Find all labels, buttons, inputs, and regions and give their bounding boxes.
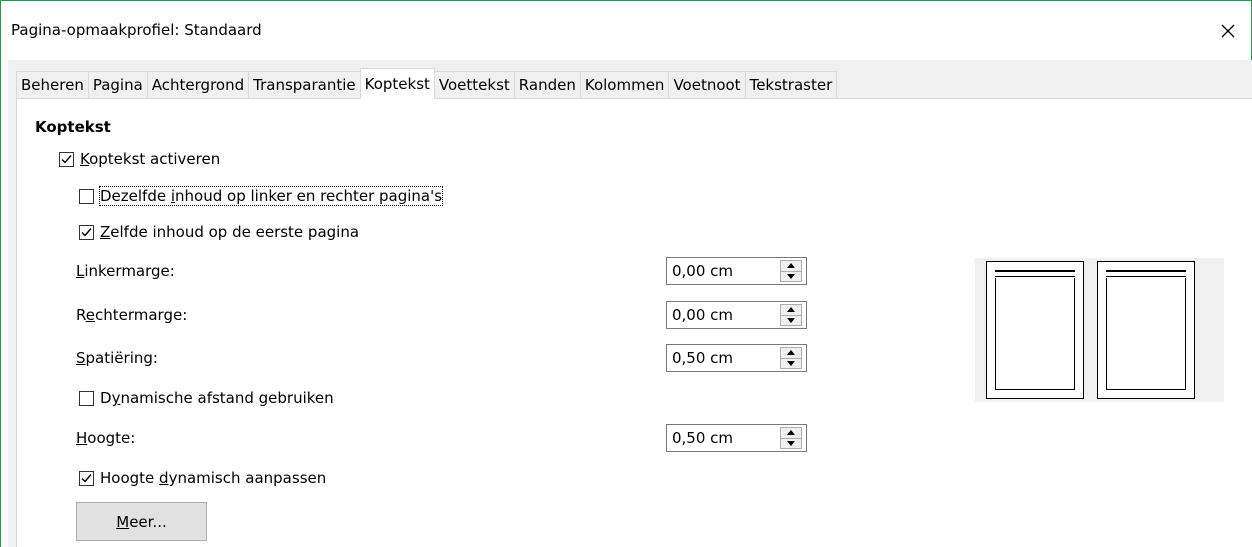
spacing-value[interactable]: 0,50 cm (667, 349, 780, 367)
tab-bar: Beheren Pagina Achtergrond Transparantie… (16, 68, 838, 99)
height-label: Hoogte: (76, 429, 136, 447)
spin-down-icon[interactable] (781, 357, 801, 369)
height-value[interactable]: 0,50 cm (667, 429, 780, 447)
same-first-page-checkbox[interactable]: Zelfde inhoud op de eerste pagina (79, 223, 359, 241)
spin-up-icon[interactable] (781, 348, 801, 358)
more-button[interactable]: Meer... (76, 502, 207, 541)
right-margin-spinbox[interactable]: 0,00 cm (666, 301, 807, 329)
dynamic-spacing-label: Dynamische afstand gebruiken (100, 389, 334, 407)
same-left-right-checkbox[interactable]: Dezelfde inhoud op linker en rechter pag… (79, 186, 444, 206)
dynamic-spacing-checkbox[interactable]: Dynamische afstand gebruiken (79, 389, 334, 407)
enable-header-label: Koptekst activeren (80, 150, 221, 168)
tab-pagina[interactable]: Pagina (87, 71, 147, 98)
autofit-height-box[interactable] (79, 470, 94, 486)
checkmark-icon (81, 473, 92, 483)
checkmark-icon (81, 227, 92, 237)
tab-achtergrond[interactable]: Achtergrond (146, 71, 249, 98)
spin-up-icon[interactable] (781, 428, 801, 438)
spin-down-icon[interactable] (781, 314, 801, 326)
spacing-spinbox[interactable]: 0,50 cm (666, 344, 807, 372)
preview-left-page (986, 261, 1084, 399)
window-title: Pagina-opmaakprofiel: Standaard (11, 21, 262, 39)
section-heading: Koptekst (35, 118, 111, 136)
checkmark-icon (61, 154, 72, 164)
enable-header-box[interactable] (59, 151, 74, 167)
spin-up-icon[interactable] (781, 261, 801, 271)
tab-voetnoot[interactable]: Voetnoot (668, 71, 745, 98)
same-first-page-label: Zelfde inhoud op de eerste pagina (100, 223, 360, 241)
left-margin-value[interactable]: 0,00 cm (667, 262, 780, 280)
spacing-label: Spatiëring: (76, 349, 158, 367)
same-first-page-box[interactable] (79, 224, 94, 240)
dynamic-spacing-box[interactable] (79, 390, 94, 406)
spin-down-icon[interactable] (781, 270, 801, 282)
same-left-right-box[interactable] (79, 188, 94, 204)
preview-right-page (1097, 261, 1195, 399)
tab-beheren[interactable]: Beheren (16, 71, 88, 98)
tab-voettekst[interactable]: Voettekst (434, 71, 514, 98)
tab-koptekst[interactable]: Koptekst (359, 68, 435, 99)
height-spin-buttons (780, 427, 802, 449)
autofit-height-label: Hoogte dynamisch aanpassen (100, 469, 327, 487)
header-preview (975, 258, 1224, 402)
spacing-spin-buttons (780, 347, 802, 369)
right-margin-spin-buttons (780, 304, 802, 326)
tab-kolommen[interactable]: Kolommen (579, 71, 669, 98)
spin-down-icon[interactable] (781, 437, 801, 449)
tab-randen[interactable]: Randen (513, 71, 580, 98)
tab-transparantie[interactable]: Transparantie (248, 71, 360, 98)
left-margin-label: Linkermarge: (76, 262, 175, 280)
right-margin-label: Rechtermarge: (76, 306, 188, 324)
tab-tekstraster[interactable]: Tekstraster (744, 71, 838, 98)
enable-header-checkbox[interactable]: Koptekst activeren (59, 150, 220, 168)
left-margin-spin-buttons (780, 260, 802, 282)
left-margin-spinbox[interactable]: 0,00 cm (666, 257, 807, 285)
autofit-height-checkbox[interactable]: Hoogte dynamisch aanpassen (79, 469, 326, 487)
close-icon (1221, 24, 1235, 38)
title-bar: Pagina-opmaakprofiel: Standaard (1, 1, 1251, 61)
close-button[interactable] (1205, 13, 1251, 49)
spin-up-icon[interactable] (781, 305, 801, 315)
same-left-right-label: Dezelfde inhoud op linker en rechter pag… (98, 186, 444, 206)
height-spinbox[interactable]: 0,50 cm (666, 424, 807, 452)
right-margin-value[interactable]: 0,00 cm (667, 306, 780, 324)
